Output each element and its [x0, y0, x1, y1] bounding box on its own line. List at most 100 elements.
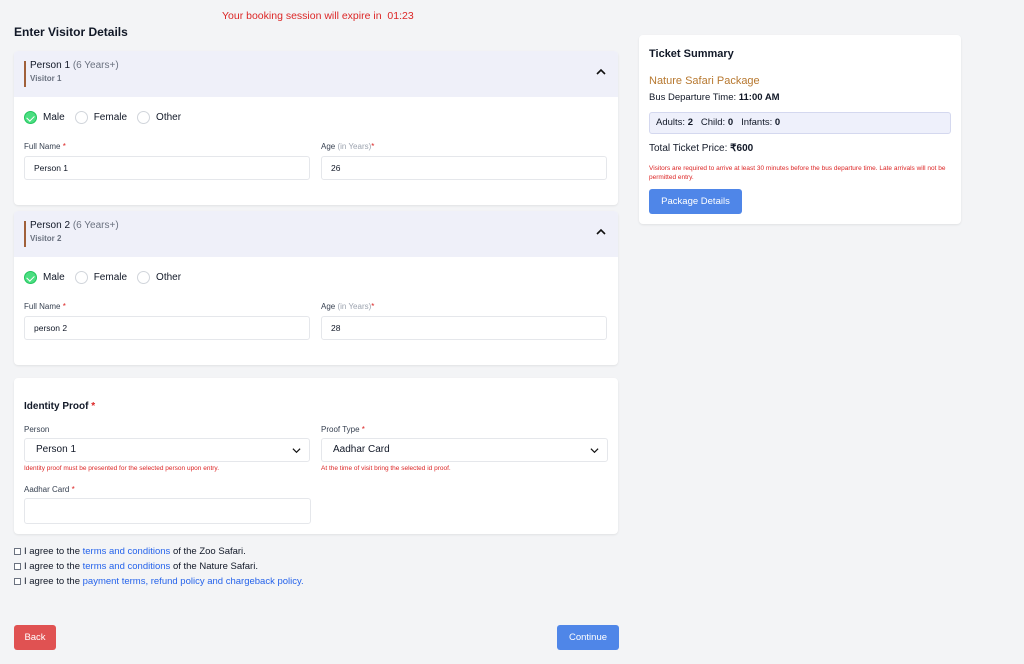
accent-bar — [24, 221, 26, 247]
gender-radio-group: Male Female Other — [24, 111, 191, 124]
person-age-range: (6 Years+) — [72, 60, 119, 71]
radio-other[interactable] — [137, 111, 151, 124]
chevron-down-icon — [292, 448, 301, 454]
required-mark: * — [361, 425, 365, 434]
child-count: 0 — [727, 117, 734, 128]
departure-time: Bus Departure Time: 11:00 AM — [649, 92, 780, 103]
terms-link[interactable]: terms and conditions — [83, 546, 171, 557]
radio-label-other: Other — [156, 112, 182, 123]
aadhar-card-input[interactable] — [24, 498, 311, 524]
agreement-checkbox[interactable] — [14, 578, 21, 585]
required-mark: * — [91, 401, 96, 412]
package-details-button[interactable]: Package Details — [649, 189, 742, 214]
full-name-input[interactable]: person 2 — [24, 316, 310, 340]
person-select-value: Person 1 — [36, 444, 77, 455]
person-card-2: Person 2 (6 Years+) Visitor 2 Male Femal… — [14, 211, 618, 365]
age-label-text: Age — [321, 302, 336, 311]
required-mark: * — [371, 302, 375, 311]
agreement-payment-terms: I agree to the payment terms, refund pol… — [14, 576, 304, 587]
person-name: Person 1 — [30, 60, 71, 71]
person-title: Person 1 (6 Years+) — [30, 60, 119, 71]
identity-title-text: Identity Proof — [24, 401, 89, 412]
person-select-label: Person — [24, 425, 50, 434]
radio-female[interactable] — [74, 271, 88, 284]
proof-type-label: Proof Type * — [321, 425, 365, 434]
agreement-suffix: of the Nature Safari. — [172, 561, 258, 572]
person-card-header[interactable]: Person 2 (6 Years+) Visitor 2 — [14, 211, 618, 257]
agreement-checkbox[interactable] — [14, 563, 21, 570]
full-name-label-text: Full Name — [24, 302, 61, 311]
required-mark: * — [62, 302, 66, 311]
radio-other[interactable] — [137, 271, 151, 284]
continue-button[interactable]: Continue — [557, 625, 619, 650]
age-label: Age (in Years)* — [321, 142, 374, 151]
package-name: Nature Safari Package — [649, 75, 760, 87]
age-input[interactable]: 28 — [321, 316, 607, 340]
proof-type-label-text: Proof Type — [321, 425, 360, 434]
agreement-prefix: I agree to the — [24, 576, 80, 587]
session-timer: 01:23 — [387, 10, 414, 22]
identity-title: Identity Proof * — [24, 401, 95, 412]
radio-male[interactable] — [24, 111, 37, 124]
infants-label: Infants: — [741, 117, 773, 128]
full-name-label: Full Name * — [24, 302, 66, 311]
session-timer-notice: Your booking session will expire in 01:2… — [222, 10, 414, 22]
aadhar-card-label: Aadhar Card * — [24, 485, 75, 494]
summary-title: Ticket Summary — [649, 48, 734, 60]
identity-proof-card: Identity Proof * Person Person 1 Identit… — [14, 378, 618, 534]
radio-male[interactable] — [24, 271, 37, 284]
age-unit: (in Years) — [337, 302, 372, 311]
person-subtitle: Visitor 1 — [30, 74, 62, 83]
payment-terms-link[interactable]: payment terms, refund policy and chargeb… — [83, 576, 304, 587]
age-label-text: Age — [321, 142, 336, 151]
person-title: Person 2 (6 Years+) — [30, 220, 119, 231]
person-age-range: (6 Years+) — [72, 220, 119, 231]
agreement-checkbox[interactable] — [14, 548, 21, 555]
session-text: Your booking session will expire in — [222, 10, 382, 22]
radio-female[interactable] — [74, 111, 88, 124]
required-mark: * — [371, 142, 375, 151]
full-name-input[interactable]: Person 1 — [24, 156, 310, 180]
gender-radio-group: Male Female Other — [24, 271, 191, 284]
total-value: ₹600 — [730, 143, 754, 154]
accent-bar — [24, 61, 26, 87]
person-subtitle: Visitor 2 — [30, 234, 62, 243]
adults-label: Adults: — [656, 117, 686, 128]
back-button[interactable]: Back — [14, 625, 56, 650]
agreement-nature-safari: I agree to the terms and conditions of t… — [14, 561, 258, 572]
child-label: Child: — [700, 117, 726, 128]
departure-value: 11:00 AM — [738, 92, 780, 103]
radio-label-male: Male — [43, 272, 65, 283]
adults-count: 2 — [687, 117, 693, 128]
proof-type-hint: At the time of visit bring the selected … — [321, 465, 451, 472]
full-name-label-text: Full Name — [24, 142, 61, 151]
agreement-suffix: of the Zoo Safari. — [172, 546, 246, 557]
proof-type-select[interactable]: Aadhar Card — [321, 438, 608, 462]
chevron-up-icon[interactable] — [596, 227, 606, 237]
age-input[interactable]: 26 — [321, 156, 607, 180]
radio-label-male: Male — [43, 112, 65, 123]
required-mark: * — [71, 485, 75, 494]
person-card-header[interactable]: Person 1 (6 Years+) Visitor 1 — [14, 51, 618, 97]
ticket-summary-card: Ticket Summary Nature Safari Package Bus… — [639, 35, 961, 224]
proof-type-value: Aadhar Card — [333, 444, 390, 455]
agreement-zoo-safari: I agree to the terms and conditions of t… — [14, 546, 246, 557]
infants-count: 0 — [774, 117, 781, 128]
age-unit: (in Years) — [337, 142, 372, 151]
passenger-counts: Adults: 2 Child: 0 Infants: 0 — [649, 112, 951, 134]
terms-link[interactable]: terms and conditions — [83, 561, 171, 572]
departure-label: Bus Departure Time: — [649, 92, 737, 103]
total-price: Total Ticket Price: ₹600 — [649, 143, 753, 154]
chevron-up-icon[interactable] — [596, 67, 606, 77]
radio-label-female: Female — [93, 112, 128, 123]
person-select[interactable]: Person 1 — [24, 438, 310, 462]
required-mark: * — [62, 142, 66, 151]
radio-label-female: Female — [93, 272, 128, 283]
person-name: Person 2 — [30, 220, 71, 231]
total-label: Total Ticket Price: — [649, 143, 728, 154]
person-card-1: Person 1 (6 Years+) Visitor 1 Male Femal… — [14, 51, 618, 205]
age-label: Age (in Years)* — [321, 302, 374, 311]
radio-label-other: Other — [156, 272, 182, 283]
chevron-down-icon — [590, 448, 599, 454]
agreement-prefix: I agree to the — [24, 546, 80, 557]
